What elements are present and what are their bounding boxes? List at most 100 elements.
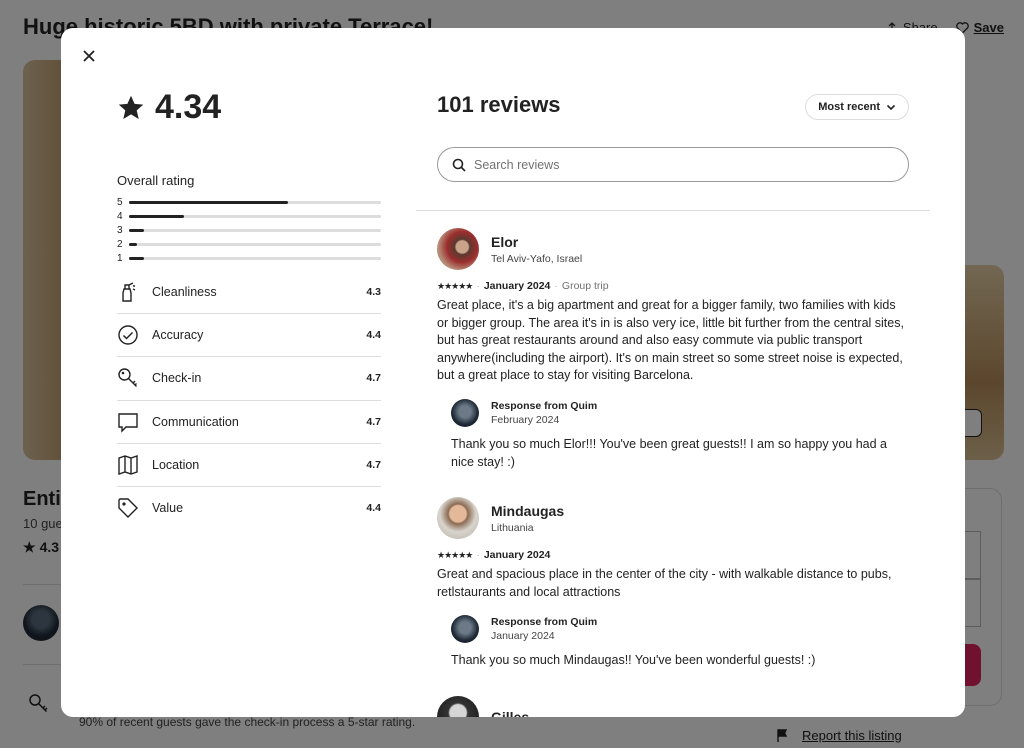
- category-value: 4.7: [366, 415, 381, 428]
- response-header: Response from Quim January 2024: [451, 615, 909, 644]
- rating-summary: 4.34 Overall rating 5 4 3 2 1 Cleanlines…: [117, 88, 381, 530]
- close-icon: [83, 50, 95, 62]
- chat-bubble-icon: [117, 411, 152, 433]
- response-date: February 2024: [491, 413, 560, 426]
- host-avatar[interactable]: [451, 398, 479, 427]
- distribution-stars: 1: [117, 253, 123, 265]
- distribution-stars: 2: [117, 239, 123, 251]
- category-ratings: Cleanliness 4.3 Accuracy 4.4 Check-in 4.…: [117, 271, 381, 530]
- trip-type: Group trip: [561, 280, 609, 292]
- review-stars: ★★★★★: [437, 280, 473, 291]
- reviewer-avatar[interactable]: [437, 695, 479, 717]
- review-date: January 2024: [483, 280, 551, 292]
- host-response: Response from Quim February 2024 Thank y…: [451, 398, 909, 471]
- reviewer-location: Tel Aviv-Yafo, Israel: [491, 252, 583, 265]
- spray-bottle-icon: [117, 281, 152, 303]
- category-name: Value: [152, 501, 184, 516]
- response-text: Thank you so much Mindaugas!! You've bee…: [451, 653, 816, 668]
- distribution-bar-fill: [129, 214, 185, 218]
- review-meta: ★★★★★ · January 2024 · Group trip: [437, 280, 909, 292]
- reviewer-location: Lithuania: [491, 521, 534, 534]
- category-name: Check-in: [152, 371, 202, 386]
- response-text: Thank you so much Elor!!! You've been gr…: [451, 436, 887, 469]
- category-check-in: Check-in 4.7: [117, 357, 381, 401]
- close-button[interactable]: [79, 46, 99, 66]
- category-name: Location: [152, 457, 200, 472]
- overall-rating-label: Overall rating: [117, 173, 195, 188]
- review-text: Great place, it's a big apartment and gr…: [437, 298, 904, 383]
- distribution-bar-fill: [129, 243, 137, 247]
- reviewer-name: Mindaugas: [491, 502, 565, 519]
- review-meta: ★★★★★ · January 2024: [437, 549, 909, 561]
- distribution-row: 4: [117, 209, 381, 223]
- separator-dot: ·: [476, 549, 480, 562]
- distribution-bar: [129, 257, 381, 261]
- overall-rating-value: 4.34: [155, 88, 222, 126]
- tag-icon: [117, 497, 152, 519]
- star-icon: [118, 95, 144, 119]
- search-reviews[interactable]: [437, 147, 909, 182]
- distribution-bar-fill: [129, 257, 145, 261]
- distribution-row: 2: [117, 238, 381, 252]
- search-input[interactable]: [474, 157, 908, 172]
- distribution-bar: [129, 243, 381, 247]
- category-value: Value 4.4: [117, 487, 381, 530]
- search-icon: [452, 158, 466, 172]
- category-communication: Communication 4.7: [117, 401, 381, 444]
- reviewer: Gilles: [437, 695, 909, 717]
- reviewer: Elor Tel Aviv-Yafo, Israel: [437, 228, 909, 270]
- review-item: Elor Tel Aviv-Yafo, Israel ★★★★★ · Janua…: [437, 228, 909, 471]
- category-value: 4.4: [366, 329, 381, 342]
- distribution-bar: [129, 200, 381, 204]
- reviewer-avatar[interactable]: [437, 228, 479, 270]
- review-list[interactable]: Elor Tel Aviv-Yafo, Israel ★★★★★ · Janua…: [437, 228, 909, 717]
- review-stars: ★★★★★: [437, 549, 473, 560]
- review-text: Great and spacious place in the center o…: [437, 567, 892, 599]
- divider: [416, 210, 930, 211]
- distribution-bar-fill: [129, 200, 288, 204]
- distribution-stars: 4: [117, 210, 123, 222]
- review-date: January 2024: [483, 549, 551, 562]
- separator-dot: ·: [554, 280, 558, 292]
- category-value: 4.7: [366, 458, 381, 471]
- response-header: Response from Quim February 2024: [451, 398, 909, 427]
- rating-distribution: 5 4 3 2 1: [117, 195, 381, 266]
- reviewer-name: Gilles: [491, 708, 530, 717]
- overall-rating: 4.34: [117, 88, 381, 127]
- reviews-modal: 4.34 Overall rating 5 4 3 2 1 Cleanlines…: [61, 28, 965, 717]
- category-cleanliness: Cleanliness 4.3: [117, 271, 381, 315]
- sort-label: Most recent: [818, 101, 880, 113]
- reviews-header: 101 reviews Most recent: [437, 92, 909, 120]
- response-date: January 2024: [491, 630, 555, 643]
- category-value: 4.4: [366, 502, 381, 515]
- reviewer-avatar[interactable]: [437, 497, 479, 540]
- distribution-stars: 3: [117, 224, 123, 236]
- sort-dropdown[interactable]: Most recent: [805, 94, 909, 120]
- category-name: Cleanliness: [152, 285, 217, 300]
- category-location: Location 4.7: [117, 444, 381, 487]
- host-avatar[interactable]: [451, 615, 479, 644]
- category-name: Communication: [152, 414, 239, 429]
- map-icon: [117, 454, 152, 476]
- category-value: 4.7: [366, 372, 381, 385]
- key-icon: [117, 367, 152, 389]
- chevron-down-icon: [886, 104, 896, 111]
- category-accuracy: Accuracy 4.4: [117, 314, 381, 358]
- category-value: 4.3: [366, 286, 381, 299]
- review-item: Mindaugas Lithuania ★★★★★ · January 2024…: [437, 497, 909, 670]
- separator-dot: ·: [476, 280, 480, 292]
- distribution-row: 1: [117, 252, 381, 266]
- check-circle-icon: [117, 324, 152, 346]
- distribution-bar: [129, 214, 381, 218]
- host-response: Response from Quim January 2024 Thank yo…: [451, 615, 909, 670]
- review-item: Gilles: [437, 695, 909, 717]
- distribution-stars: 5: [117, 196, 123, 208]
- distribution-row: 3: [117, 223, 381, 237]
- distribution-bar: [129, 228, 381, 232]
- reviewer-name: Elor: [491, 233, 519, 250]
- distribution-bar-fill: [129, 228, 145, 232]
- category-name: Accuracy: [152, 328, 204, 343]
- distribution-row: 5: [117, 195, 381, 209]
- response-title: Response from Quim: [491, 616, 598, 629]
- reviewer: Mindaugas Lithuania: [437, 497, 909, 540]
